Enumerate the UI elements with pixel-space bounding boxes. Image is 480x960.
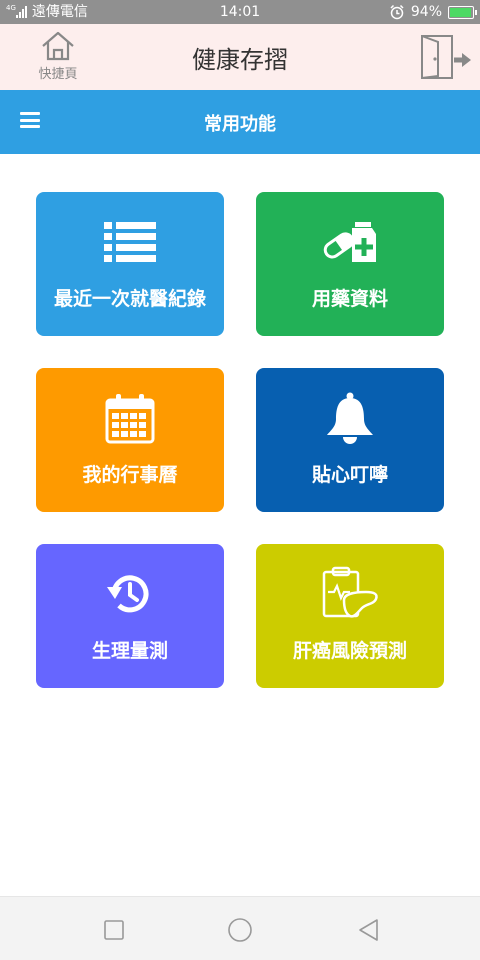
history-icon (107, 575, 149, 613)
tile-label: 用藥資料 (311, 288, 388, 310)
tile-label: 貼心叮嚀 (311, 464, 388, 486)
status-right: 94% (389, 0, 477, 24)
system-nav-bar (0, 896, 480, 960)
back-button[interactable] (356, 917, 382, 943)
page-title: 健康存摺 (192, 46, 288, 74)
tile-label: 肝癌風險預測 (292, 640, 407, 662)
medicine-icon (323, 222, 376, 262)
tile-label: 最近一次就醫紀錄 (53, 288, 206, 310)
home-nav-button[interactable] (226, 917, 252, 943)
liver-report-icon (322, 566, 378, 618)
tile-calendar[interactable]: 我的行事曆 (36, 368, 224, 512)
exit-door-icon (421, 35, 471, 79)
tile-reminder[interactable]: 貼心叮嚀 (256, 368, 444, 512)
back-triangle-icon (359, 919, 378, 941)
list-icon (104, 222, 156, 262)
bell-icon (327, 392, 373, 444)
status-bar: 4G 遠傳電信 14:01 94% (0, 0, 480, 24)
calendar-icon (105, 394, 155, 444)
battery-icon (448, 5, 477, 19)
recent-apps-button[interactable] (101, 917, 127, 943)
exit-button[interactable] (418, 32, 474, 82)
tile-measurement[interactable]: 生理量測 (36, 544, 224, 688)
tile-label: 生理量測 (91, 640, 168, 662)
tile-medication[interactable]: 用藥資料 (256, 192, 444, 336)
circle-icon (228, 918, 252, 942)
alarm-icon (390, 4, 404, 20)
section-title: 常用功能 (204, 114, 276, 135)
square-icon (104, 920, 124, 940)
title-bar: 快捷頁 健康存摺 (0, 24, 480, 90)
battery-percent: 94% (410, 4, 442, 20)
tile-liver-cancer-risk[interactable]: 肝癌風險預測 (256, 544, 444, 688)
section-bar: 常用功能 (0, 90, 480, 154)
tile-label: 我的行事曆 (82, 464, 178, 486)
tile-recent-visit[interactable]: 最近一次就醫紀錄 (36, 192, 224, 336)
